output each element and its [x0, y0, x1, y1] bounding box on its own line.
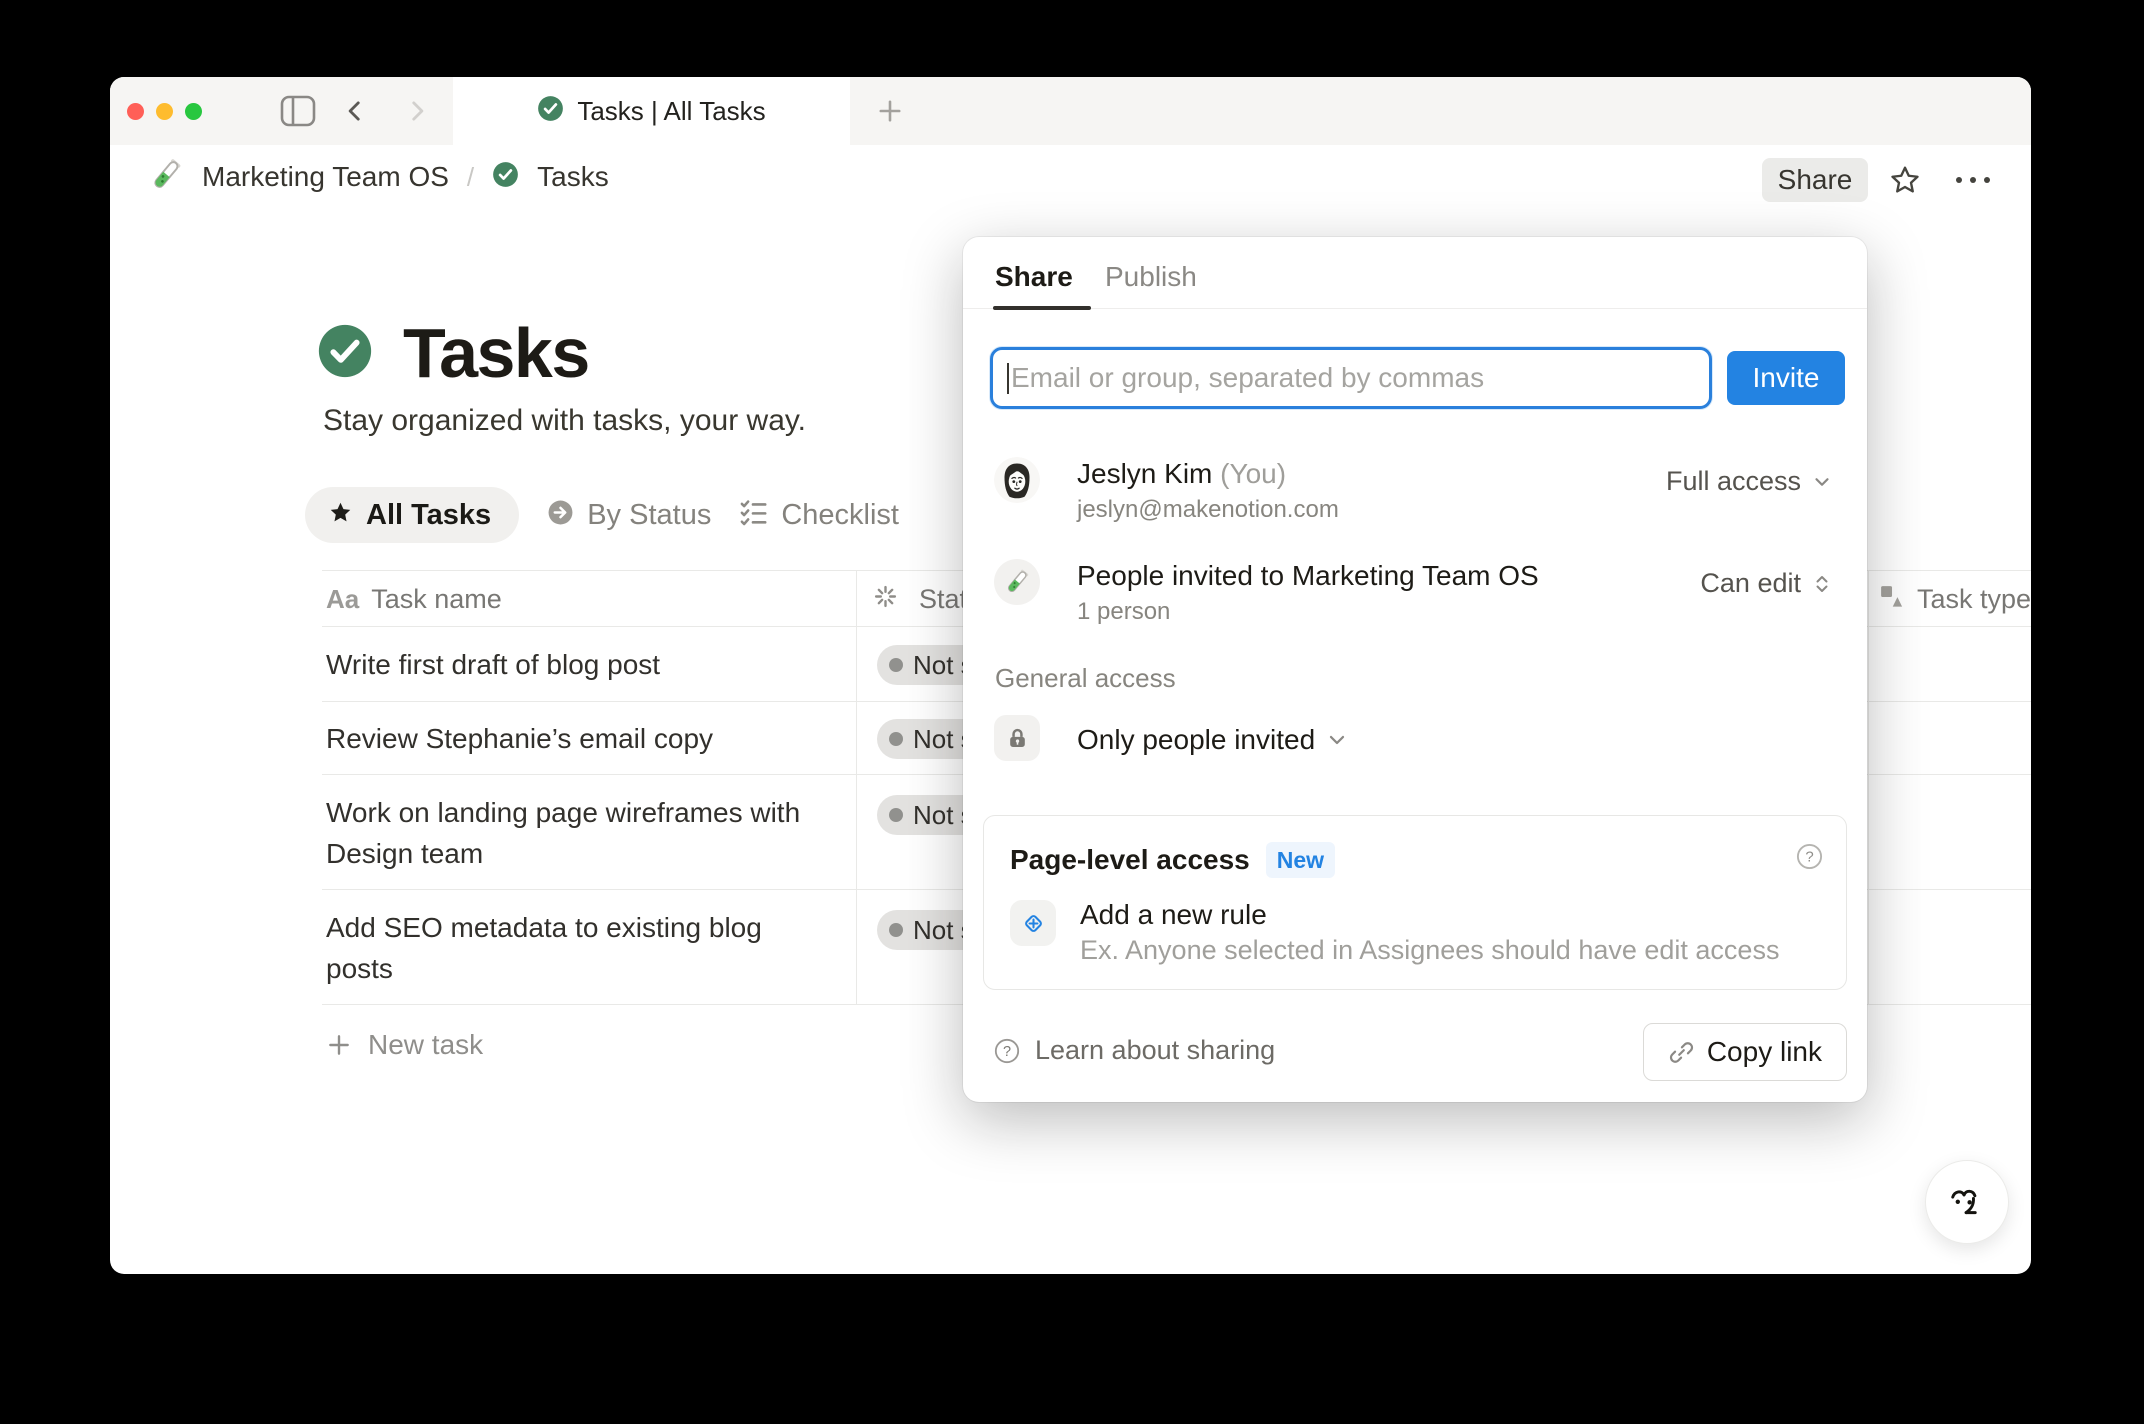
- tab-check-icon: [537, 95, 564, 127]
- page-level-access-section: Page-level access New ? Add a new rule E…: [983, 815, 1847, 990]
- group-name: People invited to Marketing Team OS: [1077, 560, 1539, 591]
- invite-email-input[interactable]: [990, 347, 1712, 409]
- checklist-icon: [739, 498, 768, 532]
- add-rule-hint: Ex. Anyone selected in Assignees should …: [1080, 935, 1780, 965]
- add-rule-icon[interactable]: [1010, 900, 1056, 946]
- board-arrow-icon: [547, 499, 574, 531]
- avatar: [994, 457, 1040, 503]
- view-tab-label: Checklist: [781, 498, 899, 531]
- status-dot: [889, 808, 903, 822]
- link-icon: [1669, 1041, 1693, 1063]
- column-divider[interactable]: [856, 570, 857, 1005]
- face-icon: [1951, 1189, 1977, 1215]
- page-level-access-heading: Page-level access: [1010, 844, 1250, 875]
- page-check-icon: [492, 161, 519, 193]
- general-access-dropdown[interactable]: Only people invited: [1077, 724, 1349, 756]
- chevron-down-icon: [1815, 477, 1829, 486]
- lock-icon[interactable]: [994, 715, 1040, 761]
- svg-text:?: ?: [1805, 849, 1813, 866]
- workspace-testtube-icon: [148, 157, 184, 198]
- view-tabs: All Tasks By Status Checklist: [305, 487, 899, 543]
- access-dropdown-full-access[interactable]: Full access: [1666, 466, 1833, 497]
- minimize-window-button[interactable]: [156, 103, 173, 120]
- status-property-icon: [873, 584, 898, 614]
- plus-icon: [329, 1035, 349, 1055]
- traffic-lights: [127, 103, 202, 120]
- nav-forward-icon[interactable]: [402, 77, 432, 145]
- page-title-check-icon[interactable]: [317, 323, 373, 379]
- page-header-bar: Marketing Team OS / Tasks Share: [110, 145, 2031, 209]
- task-name-cell[interactable]: Write first draft of blog post: [326, 644, 821, 685]
- browser-tab-active[interactable]: Tasks | All Tasks: [453, 77, 850, 145]
- view-tab-all-tasks[interactable]: All Tasks: [305, 487, 520, 543]
- view-tab-checklist[interactable]: Checklist: [739, 498, 899, 532]
- member-email: jeslyn@makenotion.com: [1077, 496, 1339, 523]
- page-level-access-heading-row: Page-level access New: [1010, 842, 1336, 878]
- add-rule-title[interactable]: Add a new rule: [1080, 899, 1267, 931]
- access-dropdown-can-edit[interactable]: Can edit: [1700, 568, 1833, 599]
- active-tab-underline: [993, 306, 1091, 310]
- view-tab-label: By Status: [587, 498, 712, 531]
- dialog-tab-publish[interactable]: Publish: [1105, 261, 1197, 293]
- group-meta: 1 person: [1077, 598, 1171, 625]
- dialog-tab-share[interactable]: Share: [995, 261, 1073, 293]
- shapes-property-icon: [1878, 583, 1905, 615]
- dialog-tabs-divider: [963, 308, 1867, 309]
- breadcrumb-separator: /: [466, 161, 475, 192]
- status-dot: [889, 923, 903, 937]
- chevron-down-icon: [1330, 735, 1345, 745]
- favorite-star-icon[interactable]: [1890, 165, 1920, 195]
- status-dot: [889, 732, 903, 746]
- help-icon: ?: [994, 1038, 1020, 1063]
- nav-back-icon[interactable]: [340, 77, 370, 145]
- task-name-cell[interactable]: Review Stephanie’s email copy: [326, 718, 821, 759]
- screenshot-stage: Tasks | All Tasks Marketing Team OS / Ta…: [0, 0, 2144, 1424]
- member-you-suffix: (You): [1220, 458, 1287, 489]
- new-badge: New: [1265, 842, 1336, 878]
- share-button[interactable]: Share: [1762, 158, 1868, 202]
- status-dot: [889, 658, 903, 672]
- view-tab-by-status[interactable]: By Status: [547, 499, 711, 532]
- copy-link-button[interactable]: Copy link: [1642, 1023, 1847, 1081]
- page-subtitle: Stay organized with tasks, your way.: [323, 404, 806, 437]
- page-title: Tasks: [403, 314, 590, 392]
- column-divider[interactable]: [1868, 570, 1869, 1005]
- app-window: Tasks | All Tasks Marketing Team OS / Ta…: [110, 77, 2031, 1274]
- workspace-group-icon: [994, 559, 1040, 605]
- task-name-cell[interactable]: Work on landing page wireframes with Des…: [326, 792, 821, 874]
- more-options-icon[interactable]: [1956, 173, 2000, 187]
- help-icon[interactable]: ?: [1795, 842, 1824, 876]
- general-access-heading: General access: [995, 663, 1176, 693]
- notion-ai-face-button[interactable]: [1925, 1160, 2009, 1244]
- text-property-icon: Aa: [326, 583, 360, 614]
- close-window-button[interactable]: [127, 103, 144, 120]
- breadcrumb: Marketing Team OS / Tasks: [148, 145, 609, 209]
- new-tab-plus-icon[interactable]: [874, 77, 906, 145]
- star-icon: [329, 501, 352, 529]
- tab-title: Tasks | All Tasks: [577, 95, 766, 126]
- svg-text:?: ?: [1003, 1044, 1011, 1060]
- chevron-up-down-icon: [1816, 575, 1828, 592]
- breadcrumb-workspace[interactable]: Marketing Team OS: [202, 161, 449, 193]
- learn-about-sharing-link[interactable]: ? Learn about sharing: [993, 1035, 1275, 1066]
- member-name: Jeslyn Kim (You): [1077, 458, 1287, 489]
- task-name-cell[interactable]: Add SEO metadata to existing blog posts: [326, 907, 821, 989]
- text-caret: [1007, 363, 1009, 394]
- view-tab-label: All Tasks: [366, 498, 492, 531]
- column-header-task-name[interactable]: Aa Task name: [326, 571, 502, 627]
- invite-button[interactable]: Invite: [1727, 351, 1845, 405]
- column-header-task-type[interactable]: Task type: [1878, 571, 2031, 627]
- share-dialog: Share Publish Invite Jeslyn Kim (You) je…: [963, 237, 1867, 1102]
- breadcrumb-page[interactable]: Tasks: [537, 161, 609, 193]
- sidebar-toggle-icon[interactable]: [278, 77, 318, 145]
- window-tab-bar: Tasks | All Tasks: [110, 77, 2031, 145]
- zoom-window-button[interactable]: [185, 103, 202, 120]
